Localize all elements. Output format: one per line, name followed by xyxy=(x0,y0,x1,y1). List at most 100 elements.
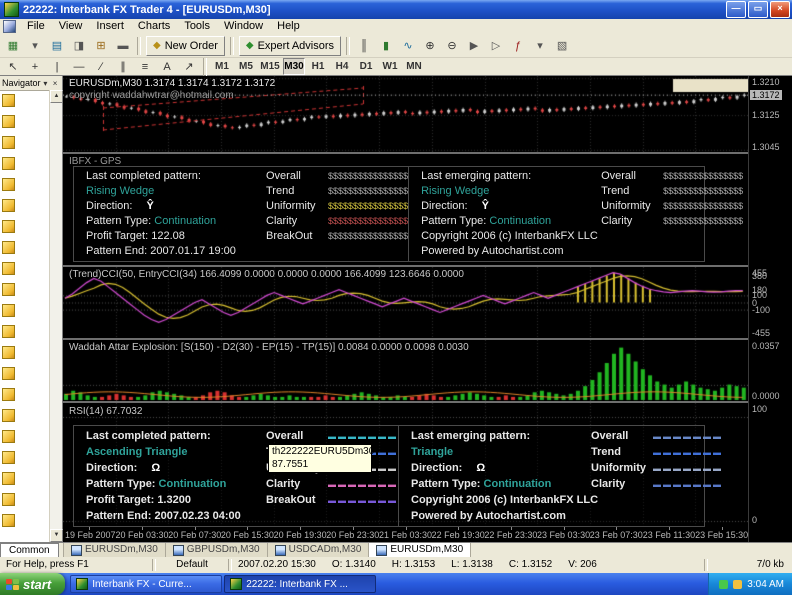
navigator-item[interactable] xyxy=(0,405,50,426)
navigator-icon[interactable]: ⊞ xyxy=(91,36,111,56)
crosshair-icon[interactable]: + xyxy=(25,57,45,77)
navigator-scrollbar[interactable]: ▲ ▼ xyxy=(49,90,63,542)
close-button[interactable]: × xyxy=(770,1,790,18)
timeframe-h1[interactable]: H1 xyxy=(307,58,329,75)
channel-icon[interactable]: ∥ xyxy=(113,57,133,77)
navigator-tabs-area: Common xyxy=(0,543,64,557)
bar-chart-icon[interactable]: ║ xyxy=(354,36,374,56)
zoom-out-icon[interactable]: ⊖ xyxy=(442,36,462,56)
expert-advisors-button[interactable]: ◆ Expert Advisors xyxy=(238,35,342,56)
navigator-item[interactable] xyxy=(0,279,50,300)
auto-scroll-icon[interactable]: ▶ xyxy=(464,36,484,56)
navigator-close-icon[interactable]: × xyxy=(50,78,60,89)
navigator-item[interactable] xyxy=(0,237,50,258)
navigator-item[interactable] xyxy=(0,153,50,174)
navigator-pin-icon[interactable]: ▾ xyxy=(41,78,51,89)
cursor-icon[interactable]: ↖ xyxy=(3,57,23,77)
timeframe-mn[interactable]: MN xyxy=(403,58,425,75)
time-label: 19 Feb 2007 xyxy=(65,530,116,540)
indicators-icon[interactable]: ƒ xyxy=(508,36,528,56)
rsi-completed-pattern: Last completed pattern: Ascending Triang… xyxy=(74,426,398,526)
timeframe-w1[interactable]: W1 xyxy=(379,58,401,75)
periods-icon[interactable]: ▾ xyxy=(530,36,550,56)
timeframe-d1[interactable]: D1 xyxy=(355,58,377,75)
navigator-item[interactable] xyxy=(0,447,50,468)
navigator-item[interactable] xyxy=(0,90,50,111)
chart-tab-1[interactable]: GBPUSDm,M30 xyxy=(165,543,268,557)
minimize-button[interactable]: — xyxy=(726,1,746,18)
menu-tools[interactable]: Tools xyxy=(177,19,217,34)
scroll-down-icon[interactable]: ▼ xyxy=(50,529,63,542)
navigator-item[interactable] xyxy=(0,258,50,279)
navigator-item[interactable] xyxy=(0,342,50,363)
navigator-item[interactable] xyxy=(0,300,50,321)
menu-help[interactable]: Help xyxy=(270,19,307,34)
navigator-item[interactable] xyxy=(0,510,50,531)
navigator-item[interactable] xyxy=(0,174,50,195)
navigator-item[interactable] xyxy=(0,384,50,405)
navigator-item[interactable] xyxy=(0,195,50,216)
new-order-button[interactable]: ◆ New Order xyxy=(146,35,225,56)
candlestick-icon[interactable]: ▮ xyxy=(376,36,396,56)
chart-tab-0[interactable]: EURUSDm,M30 xyxy=(64,543,166,557)
time-label: 21 Feb 03:30 xyxy=(378,530,433,540)
fibonacci-icon[interactable]: ≡ xyxy=(135,57,155,77)
tab-common[interactable]: Common xyxy=(0,543,59,557)
scroll-up-icon[interactable]: ▲ xyxy=(50,90,63,103)
new-chart-icon[interactable]: ▦ xyxy=(3,36,23,56)
trendline-icon[interactable]: ∕ xyxy=(91,57,111,77)
chart-shift-icon[interactable]: ▷ xyxy=(486,36,506,56)
title-bar[interactable]: 22222: Interbank FX Trader 4 - [EURUSDm,… xyxy=(0,0,792,19)
autochartist-line: Powered by Autochartist.com xyxy=(411,510,566,522)
timeframe-m30[interactable]: M30 xyxy=(283,58,305,75)
navigator-item[interactable] xyxy=(0,426,50,447)
menu-window[interactable]: Window xyxy=(217,19,270,34)
toolbar-group-b: ║ ▮ ∿ ⊕ ⊖ ▶ ▷ ƒ ▾ ▧ xyxy=(353,36,573,56)
templates-icon[interactable]: ▧ xyxy=(552,36,572,56)
navigator-item[interactable] xyxy=(0,468,50,489)
menu-insert[interactable]: Insert xyxy=(89,19,131,34)
navigator-item[interactable] xyxy=(0,363,50,384)
zoom-in-icon[interactable]: ⊕ xyxy=(420,36,440,56)
menu-charts[interactable]: Charts xyxy=(131,19,177,34)
chart-tab-3[interactable]: EURUSDm,M30 xyxy=(369,543,472,557)
timeframe-m5[interactable]: M5 xyxy=(235,58,257,75)
arrows-icon[interactable]: ↗ xyxy=(179,57,199,77)
pattern-end-value: 2007.01.17 19:00 xyxy=(150,245,236,257)
menu-view[interactable]: View xyxy=(52,19,90,34)
restore-button[interactable]: ▭ xyxy=(748,1,768,18)
menu-file[interactable]: File xyxy=(20,19,52,34)
navigator-item[interactable] xyxy=(0,132,50,153)
navigator-item[interactable] xyxy=(0,321,50,342)
taskbar-task-1[interactable]: 22222: Interbank FX ... xyxy=(224,575,377,593)
status-h: H: 1.3153 xyxy=(391,559,436,570)
panel-splitter[interactable] xyxy=(63,401,792,403)
start-button[interactable]: start xyxy=(0,573,66,595)
panel-splitter[interactable] xyxy=(63,265,792,267)
panel-splitter[interactable] xyxy=(63,152,792,154)
status-help: For Help, press F1 xyxy=(6,559,89,570)
tray-app-icon[interactable] xyxy=(719,579,729,589)
status-traffic: 7/0 kb xyxy=(756,559,784,570)
rating-row: Overall $$$$$$$$$$$$$$$$ xyxy=(266,169,408,184)
timeframe-m1[interactable]: M1 xyxy=(211,58,233,75)
tray-volume-icon[interactable] xyxy=(733,579,743,589)
taskbar-task-0[interactable]: Interbank FX - Curre... xyxy=(70,575,223,593)
text-icon[interactable]: A xyxy=(157,57,177,77)
navigator-item[interactable] xyxy=(0,216,50,237)
line-chart-icon[interactable]: ∿ xyxy=(398,36,418,56)
terminal-icon[interactable]: ▬ xyxy=(113,36,133,56)
data-window-icon[interactable]: ◨ xyxy=(69,36,89,56)
vertical-line-icon[interactable]: | xyxy=(47,57,67,77)
toolbar-separator xyxy=(346,36,351,55)
timeframe-m15[interactable]: M15 xyxy=(259,58,281,75)
rating-label: Overall xyxy=(266,170,301,182)
panel-splitter[interactable] xyxy=(63,338,792,340)
timeframe-h4[interactable]: H4 xyxy=(331,58,353,75)
chart-tab-2[interactable]: USDCADm,M30 xyxy=(267,543,370,557)
navigator-item[interactable] xyxy=(0,111,50,132)
navigator-item[interactable] xyxy=(0,489,50,510)
horizontal-line-icon[interactable]: — xyxy=(69,57,89,77)
market-watch-icon[interactable]: ▤ xyxy=(47,36,67,56)
profiles-icon[interactable]: ▾ xyxy=(25,36,45,56)
